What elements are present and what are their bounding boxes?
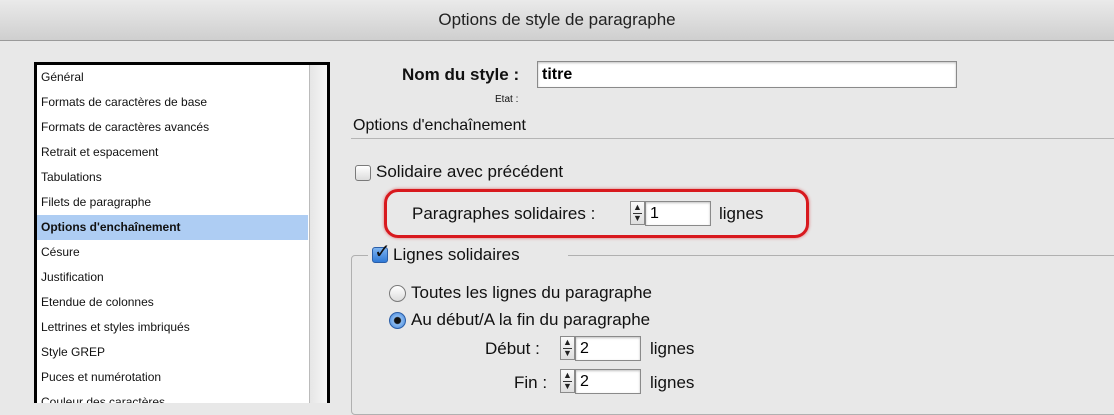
keep-with-next-unit: lignes (719, 204, 764, 223)
stepper-down-icon[interactable]: ▼ (561, 348, 574, 359)
sidebar-item-span-columns[interactable]: Etendue de colonnes (37, 290, 308, 315)
sidebar-item-advanced-character-formats[interactable]: Formats de caractères avancés (37, 115, 308, 140)
state-label: Etat : (495, 94, 519, 105)
stepper-down-icon[interactable]: ▼ (561, 381, 574, 392)
sidebar-item-indents-spacing[interactable]: Retrait et espacement (37, 140, 308, 165)
end-unit: lignes (650, 373, 695, 392)
window-title: Options de style de paragraphe (0, 0, 1114, 41)
sidebar-item-basic-character-formats[interactable]: Formats de caractères de base (37, 90, 308, 115)
sidebar-item-paragraph-rules[interactable]: Filets de paragraphe (37, 190, 308, 215)
category-items: Général Formats de caractères de base Fo… (37, 65, 308, 403)
section-title: Options d'enchaînement (353, 117, 526, 134)
category-list[interactable]: Général Formats de caractères de base Fo… (34, 62, 330, 403)
sidebar-item-grep-style[interactable]: Style GREP (37, 340, 308, 365)
sidebar-item-hyphenation[interactable]: Césure (37, 240, 308, 265)
sidebar-item-justification[interactable]: Justification (37, 265, 308, 290)
keep-lines-label[interactable]: Lignes solidaires (393, 245, 520, 265)
start-end-radio[interactable] (389, 312, 406, 329)
stepper-up-icon[interactable]: ▲ (561, 337, 574, 348)
keep-lines-group (351, 255, 1114, 415)
sidebar-item-character-color[interactable]: Couleur des caractères (37, 390, 308, 403)
all-lines-label[interactable]: Toutes les lignes du paragraphe (411, 283, 652, 303)
category-scrollbar[interactable] (309, 65, 327, 403)
style-name-label: Nom du style : (402, 65, 520, 84)
sidebar-item-drop-caps[interactable]: Lettrines et styles imbriqués (37, 315, 308, 340)
all-lines-radio[interactable] (389, 285, 406, 302)
keep-with-next-input[interactable] (645, 201, 711, 226)
stepper-up-icon[interactable]: ▲ (631, 202, 644, 213)
sidebar-item-general[interactable]: Général (37, 65, 308, 90)
end-input[interactable] (575, 369, 641, 394)
sidebar-item-keep-options[interactable]: Options d'enchaînement (37, 215, 308, 240)
keep-with-next-stepper[interactable]: ▲ ▼ (630, 201, 645, 225)
sidebar-item-bullets-numbering[interactable]: Puces et numérotation (37, 365, 308, 390)
stepper-up-icon[interactable]: ▲ (561, 370, 574, 381)
start-unit: lignes (650, 339, 695, 358)
keep-with-previous-checkbox[interactable] (355, 165, 371, 181)
checkmark-icon: ✓ (374, 241, 391, 263)
keep-lines-checkbox[interactable]: ✓ (372, 242, 391, 263)
keep-with-next-label: Paragraphes solidaires : (412, 204, 596, 223)
sidebar-item-tabs[interactable]: Tabulations (37, 165, 308, 190)
end-label: Fin : (514, 373, 548, 392)
end-stepper[interactable]: ▲ ▼ (560, 369, 575, 393)
start-input[interactable] (575, 336, 641, 361)
keep-with-previous-label[interactable]: Solidaire avec précédent (376, 162, 563, 182)
start-stepper[interactable]: ▲ ▼ (560, 336, 575, 360)
stepper-down-icon[interactable]: ▼ (631, 213, 644, 224)
section-divider (351, 138, 1114, 139)
start-end-label[interactable]: Au début/A la fin du paragraphe (411, 310, 650, 330)
style-name-input[interactable] (537, 61, 957, 88)
start-label: Début : (485, 339, 540, 358)
